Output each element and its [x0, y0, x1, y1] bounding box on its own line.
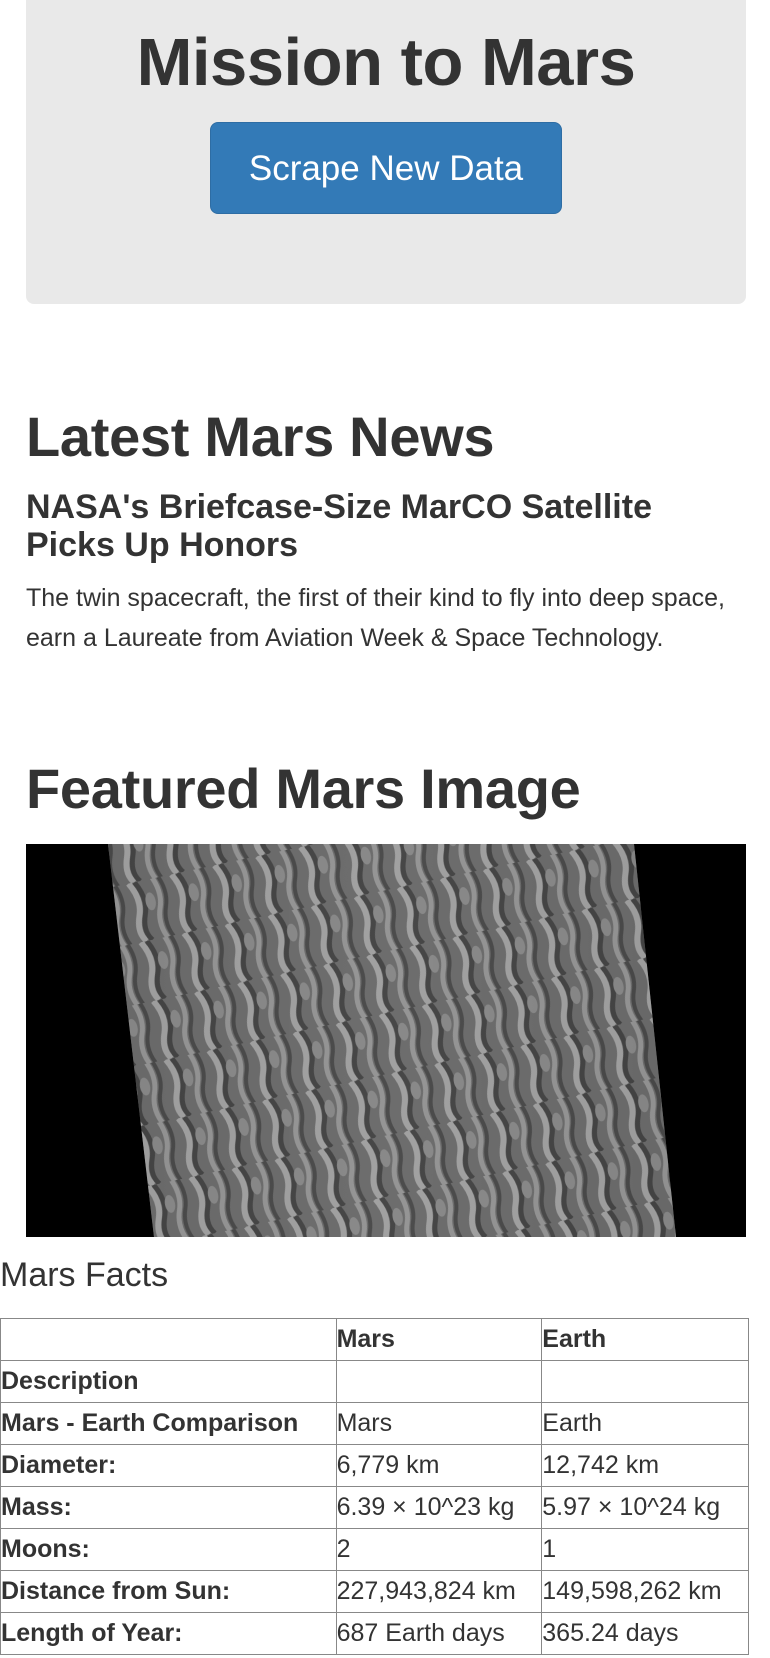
header-jumbotron: Mission to Mars Scrape New Data: [26, 0, 746, 304]
featured-image-section-title: Featured Mars Image: [26, 757, 581, 820]
earth-value: Earth: [541, 1402, 749, 1445]
mars-value: Mars: [335, 1402, 543, 1445]
table-header-row: Mars Earth: [0, 1318, 749, 1361]
mars-value: [335, 1360, 543, 1403]
mars-value: 227,943,824 km: [335, 1570, 543, 1613]
table-row: Description: [0, 1360, 749, 1403]
table-row: Moons: 2 1: [0, 1528, 749, 1571]
mars-facts-title: Mars Facts: [0, 1256, 169, 1294]
mars-value: 6,779 km: [335, 1444, 543, 1487]
mars-value: 6.39 × 10^23 kg: [335, 1486, 543, 1529]
featured-mars-image: [26, 844, 746, 1237]
earth-value: 12,742 km: [541, 1444, 749, 1487]
page-title: Mission to Mars: [136, 25, 636, 100]
earth-value: 1: [541, 1528, 749, 1571]
row-label: Diameter:: [0, 1444, 337, 1487]
row-label: Length of Year:: [0, 1612, 337, 1655]
mars-value: 687 Earth days: [335, 1612, 543, 1655]
earth-value: 149,598,262 km: [541, 1570, 749, 1613]
mars-facts-table: Mars Earth Description Mars - Earth Comp…: [0, 1318, 749, 1655]
column-header-earth: Earth: [541, 1318, 749, 1361]
scrape-new-data-button[interactable]: Scrape New Data: [210, 122, 562, 214]
mars-value: 2: [335, 1528, 543, 1571]
earth-value: 5.97 × 10^24 kg: [541, 1486, 749, 1529]
news-headline: NASA's Briefcase-Size MarCO Satellite Pi…: [26, 488, 652, 564]
row-label: Mass:: [0, 1486, 337, 1529]
news-teaser: The twin spacecraft, the first of their …: [26, 584, 725, 652]
table-row: Length of Year: 687 Earth days 365.24 da…: [0, 1612, 749, 1655]
row-label: Mars - Earth Comparison: [0, 1402, 337, 1445]
table-row: Mass: 6.39 × 10^23 kg 5.97 × 10^24 kg: [0, 1486, 749, 1529]
row-label: Moons:: [0, 1528, 337, 1571]
table-row: Distance from Sun: 227,943,824 km 149,59…: [0, 1570, 749, 1613]
column-header-blank: [0, 1318, 337, 1361]
table-row: Mars - Earth Comparison Mars Earth: [0, 1402, 749, 1445]
row-label: Description: [0, 1360, 337, 1403]
column-header-mars: Mars: [335, 1318, 543, 1361]
earth-value: 365.24 days: [541, 1612, 749, 1655]
news-section-title: Latest Mars News: [26, 405, 495, 468]
row-label: Distance from Sun:: [0, 1570, 337, 1613]
table-row: Diameter: 6,779 km 12,742 km: [0, 1444, 749, 1487]
earth-value: [541, 1360, 749, 1403]
